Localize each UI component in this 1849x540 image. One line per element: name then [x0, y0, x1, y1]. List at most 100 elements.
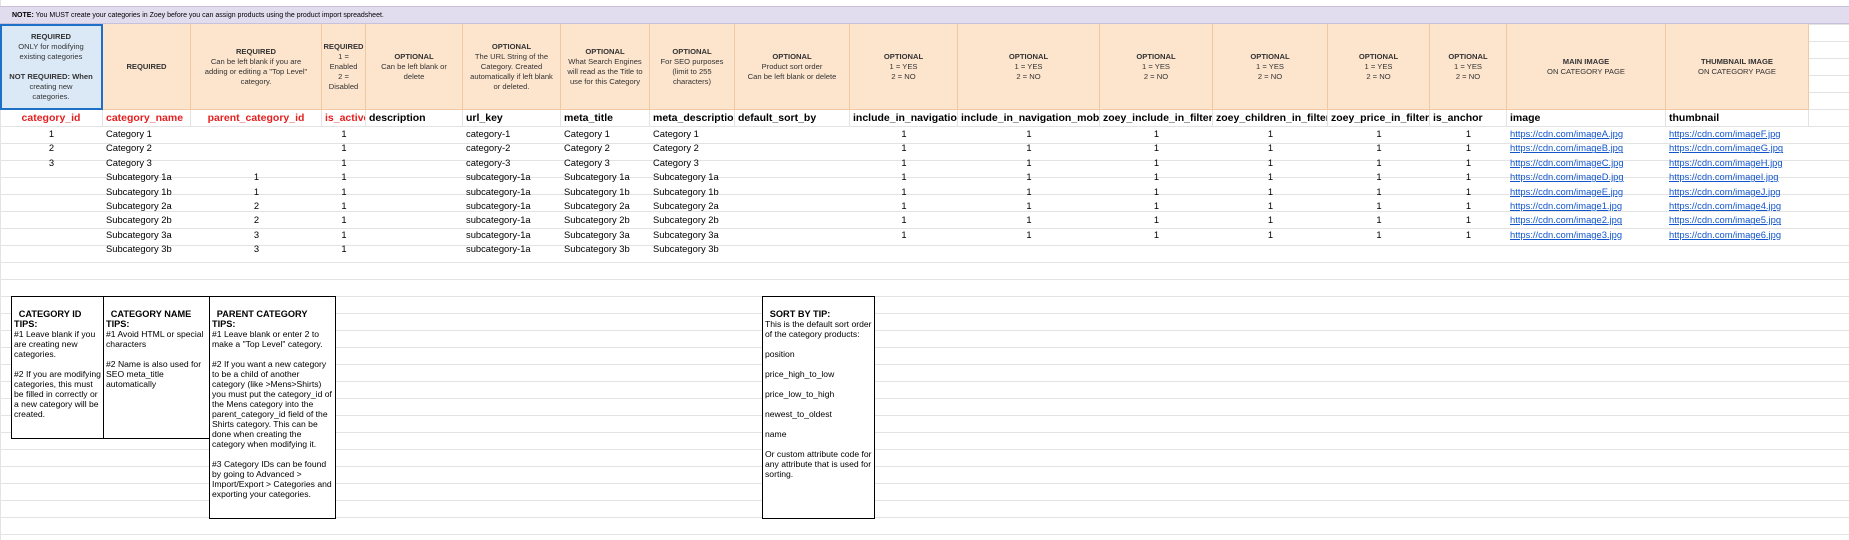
table-cell[interactable] [850, 242, 958, 256]
image-link-cell[interactable]: https://cdn.com/imageF.jpg [1666, 127, 1809, 141]
table-cell[interactable]: 1 [1213, 141, 1328, 155]
table-cell[interactable]: 1 [1213, 199, 1328, 213]
image-link-cell[interactable]: https://cdn.com/imageC.jpg [1507, 156, 1666, 170]
table-cell[interactable]: 1 [850, 228, 958, 242]
column-name-url-key[interactable]: url_key [463, 110, 561, 127]
table-cell[interactable]: Subcategory 3a [103, 228, 191, 242]
note-banner[interactable]: NOTE: You MUST create your categories in… [0, 6, 1849, 24]
table-cell[interactable]: Category 2 [103, 141, 191, 155]
column-name-parent-category-id[interactable]: parent_category_id [191, 110, 322, 127]
table-cell[interactable]: Subcategory 3b [103, 242, 191, 256]
header-cell-meta-title[interactable]: OPTIONAL What Search Engines will read as … [561, 24, 650, 110]
table-cell[interactable]: Subcategory 3b [561, 242, 650, 256]
image-link-cell[interactable]: https://cdn.com/image3.jpg [1507, 228, 1666, 242]
table-cell[interactable]: subcategory-1a [463, 185, 561, 199]
table-cell[interactable]: 1 [322, 213, 366, 227]
header-cell-image[interactable]: MAIN IMAGE ON CATEGORY PAGE [1507, 24, 1666, 110]
table-cell[interactable]: 2 [191, 199, 322, 213]
table-cell[interactable]: 2 [191, 213, 322, 227]
header-cell-category-name[interactable]: REQUIRED [103, 24, 191, 110]
table-cell[interactable] [366, 141, 463, 155]
table-cell[interactable]: 1 [850, 170, 958, 184]
table-cell[interactable]: subcategory-1a [463, 213, 561, 227]
header-cell-url-key[interactable]: OPTIONAL The URL String of the Category. C… [463, 24, 561, 110]
header-cell-description[interactable]: OPTIONAL Can be left blank or delete [366, 24, 463, 110]
table-cell[interactable]: 1 [322, 141, 366, 155]
table-cell[interactable] [1666, 242, 1809, 256]
table-cell[interactable]: 1 [1100, 156, 1213, 170]
table-cell[interactable]: 2 [0, 141, 103, 155]
table-cell[interactable]: Category 3 [103, 156, 191, 170]
table-cell[interactable]: 1 [958, 199, 1100, 213]
table-cell[interactable] [0, 213, 103, 227]
table-cell[interactable]: Subcategory 3a [650, 228, 735, 242]
table-cell[interactable] [1507, 242, 1666, 256]
table-cell[interactable]: 1 [958, 170, 1100, 184]
table-cell[interactable]: 1 [1328, 156, 1430, 170]
table-cell[interactable]: 1 [191, 170, 322, 184]
table-cell[interactable]: category-3 [463, 156, 561, 170]
header-cell-zoey-include-in-filters[interactable]: OPTIONAL 1 = YES 2 = NO [1100, 24, 1213, 110]
table-cell[interactable]: Subcategory 1a [561, 170, 650, 184]
header-cell-is-active[interactable]: REQUIRED 1 = Enabled 2 = Disabled [322, 24, 366, 110]
image-link-cell[interactable]: https://cdn.com/imageJ.jpg [1666, 185, 1809, 199]
table-cell[interactable] [735, 242, 850, 256]
table-cell[interactable]: 1 [850, 127, 958, 141]
table-cell[interactable]: 1 [1328, 185, 1430, 199]
image-link-cell[interactable]: https://cdn.com/imageD.jpg [1507, 170, 1666, 184]
table-cell[interactable] [1430, 242, 1507, 256]
table-cell[interactable] [366, 213, 463, 227]
table-cell[interactable]: 1 [1328, 213, 1430, 227]
table-cell[interactable]: Subcategory 2b [103, 213, 191, 227]
category-id-tips-box[interactable]: CATEGORY ID TIPS: #1 Leave blank if you … [11, 296, 104, 439]
table-cell[interactable]: 1 [322, 127, 366, 141]
table-cell[interactable]: Subcategory 1a [103, 170, 191, 184]
table-cell[interactable]: 1 [1430, 185, 1507, 199]
table-cell[interactable] [366, 199, 463, 213]
column-name-is-active[interactable]: is_active [322, 110, 366, 127]
table-cell[interactable]: 1 [1328, 199, 1430, 213]
table-cell[interactable]: 1 [1100, 228, 1213, 242]
table-cell[interactable] [0, 185, 103, 199]
table-cell[interactable]: Subcategory 1b [103, 185, 191, 199]
table-cell[interactable] [958, 242, 1100, 256]
table-cell[interactable]: 1 [958, 228, 1100, 242]
column-name-thumbnail[interactable]: thumbnail [1666, 110, 1809, 127]
image-link-cell[interactable]: https://cdn.com/image6.jpg [1666, 228, 1809, 242]
table-cell[interactable]: 1 [958, 213, 1100, 227]
table-cell[interactable]: Subcategory 2a [650, 199, 735, 213]
table-cell[interactable]: Category 1 [103, 127, 191, 141]
image-link-cell[interactable]: https://cdn.com/image5.jpg [1666, 213, 1809, 227]
column-name-meta-description[interactable]: meta_description [650, 110, 735, 127]
table-cell[interactable]: 1 [1100, 185, 1213, 199]
table-cell[interactable]: 1 [1213, 127, 1328, 141]
table-cell[interactable] [1328, 242, 1430, 256]
table-cell[interactable] [0, 242, 103, 256]
table-cell[interactable]: 1 [850, 199, 958, 213]
table-cell[interactable]: 1 [850, 213, 958, 227]
image-link-cell[interactable]: https://cdn.com/imageG.jpg [1666, 141, 1809, 155]
table-cell[interactable]: subcategory-1a [463, 199, 561, 213]
image-link-cell[interactable]: https://cdn.com/imageH.jpg [1666, 156, 1809, 170]
column-name-category-id[interactable]: category_id [0, 110, 103, 127]
table-cell[interactable] [1213, 242, 1328, 256]
table-cell[interactable]: Subcategory 2b [561, 213, 650, 227]
table-cell[interactable] [0, 199, 103, 213]
image-link-cell[interactable]: https://cdn.com/imageI.jpg [1666, 170, 1809, 184]
table-cell[interactable]: 1 [1430, 141, 1507, 155]
table-cell[interactable]: 1 [322, 156, 366, 170]
table-cell[interactable]: 1 [1213, 170, 1328, 184]
table-cell[interactable]: 1 [322, 185, 366, 199]
table-cell[interactable]: 1 [1213, 213, 1328, 227]
header-cell-parent-category-id[interactable]: REQUIRED Can be left blank if you are addi… [191, 24, 322, 110]
table-cell[interactable] [735, 127, 850, 141]
column-name-zoey-children-in-filters[interactable]: zoey_children_in_filters [1213, 110, 1328, 127]
table-cell[interactable]: Category 2 [650, 141, 735, 155]
header-cell-include-in-navigation-mobile[interactable]: OPTIONAL 1 = YES 2 = NO [958, 24, 1100, 110]
table-cell[interactable]: 1 [1213, 228, 1328, 242]
table-cell[interactable] [735, 156, 850, 170]
table-cell[interactable] [366, 156, 463, 170]
table-cell[interactable]: Category 1 [561, 127, 650, 141]
column-name-zoey-include-in-filters[interactable]: zoey_include_in_filters [1100, 110, 1213, 127]
table-cell[interactable]: 1 [1430, 228, 1507, 242]
